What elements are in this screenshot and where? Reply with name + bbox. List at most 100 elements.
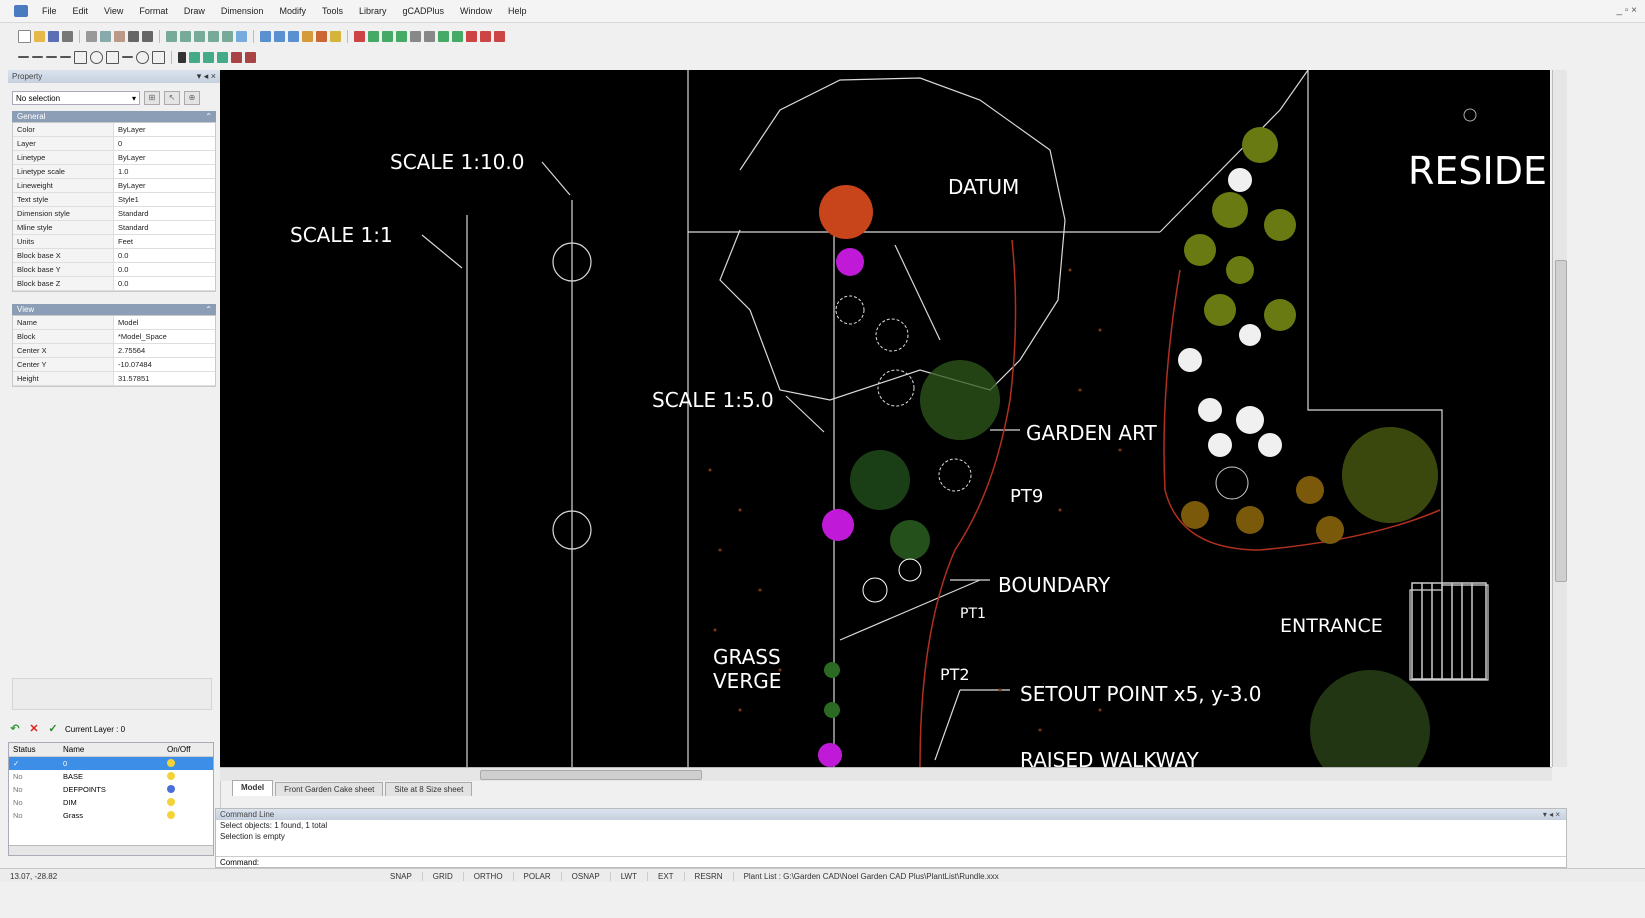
menu-file[interactable]: File — [34, 6, 65, 16]
property-row[interactable]: Dimension style Standard — [13, 207, 215, 221]
layer-table-scrollbar[interactable] — [9, 845, 213, 855]
property-row[interactable]: Linetype scale 1.0 — [13, 165, 215, 179]
select-objects-icon[interactable]: ↖ — [164, 91, 180, 105]
new-layer-icon[interactable]: ↶ — [8, 722, 22, 736]
property-row[interactable]: Color ByLayer — [13, 123, 215, 137]
status-column-header[interactable]: Status — [9, 743, 63, 756]
menu-tools[interactable]: Tools — [314, 6, 351, 16]
bulb-icon[interactable] — [167, 785, 175, 793]
bulb-icon[interactable] — [330, 30, 341, 42]
set-current-icon[interactable]: ✓ — [46, 722, 60, 736]
scrollbar-thumb[interactable] — [1555, 260, 1567, 582]
command-input[interactable]: Command: — [216, 856, 1566, 867]
property-value[interactable]: 0 — [114, 137, 215, 150]
plant-list-icon[interactable] — [368, 30, 379, 42]
shrub-icon[interactable] — [396, 30, 407, 42]
menu-dimension[interactable]: Dimension — [213, 6, 272, 16]
general-section-header[interactable]: General ⌃ — [12, 111, 216, 122]
property-row[interactable]: Mline style Standard — [13, 221, 215, 235]
zoom-out-icon[interactable] — [180, 30, 191, 42]
layer-props-icon[interactable] — [274, 30, 285, 42]
property-row[interactable]: Center Y -10.07484 — [13, 358, 215, 372]
rectangle-icon[interactable] — [74, 50, 87, 64]
quick-select-icon[interactable]: ⊞ — [144, 91, 160, 105]
arc-icon[interactable] — [60, 56, 71, 58]
property-value[interactable]: *Model_Space — [114, 330, 215, 343]
property-row[interactable]: Block base Y 0.0 — [13, 263, 215, 277]
bulb-icon[interactable] — [167, 811, 175, 819]
view-section-header[interactable]: View ⌃ — [12, 304, 216, 315]
property-row[interactable]: Height 31.57851 — [13, 372, 215, 386]
cut-icon[interactable] — [86, 30, 97, 42]
save-icon[interactable] — [48, 30, 59, 42]
layer-row[interactable]: No DIM — [9, 796, 213, 809]
dim-angular-icon[interactable] — [231, 51, 242, 63]
property-row[interactable]: Block base X 0.0 — [13, 249, 215, 263]
property-row[interactable]: Linetype ByLayer — [13, 151, 215, 165]
resrn-toggle[interactable]: RESRN — [685, 871, 734, 881]
property-value[interactable]: Standard — [114, 207, 215, 220]
pdf-icon[interactable] — [494, 30, 505, 42]
property-value[interactable]: 0.0 — [114, 263, 215, 276]
scrollbar-thumb[interactable] — [480, 770, 702, 780]
insert-icon[interactable] — [316, 30, 327, 42]
menu-window[interactable]: Window — [452, 6, 500, 16]
layer-states-icon[interactable] — [288, 30, 299, 42]
ellipse-icon[interactable] — [136, 50, 149, 64]
menu-draw[interactable]: Draw — [176, 6, 213, 16]
line-icon[interactable] — [18, 56, 29, 58]
name-column-header[interactable]: Name — [63, 743, 167, 756]
layer-row[interactable]: No Grass — [9, 809, 213, 822]
hedge-icon[interactable] — [452, 30, 463, 42]
fence-icon[interactable] — [424, 30, 435, 42]
property-value[interactable]: ByLayer — [114, 179, 215, 192]
grid-toggle[interactable]: GRID — [423, 871, 464, 881]
property-row[interactable]: Name Model — [13, 316, 215, 330]
layer-row[interactable]: No DEFPOINTS — [9, 783, 213, 796]
collapse-icon[interactable]: ⌃ — [205, 111, 212, 122]
property-value[interactable]: Feet — [114, 235, 215, 248]
plant-library-icon[interactable] — [354, 30, 365, 42]
property-value[interactable]: 0.0 — [114, 277, 215, 290]
collapse-icon[interactable]: ⌃ — [205, 304, 212, 315]
property-row[interactable]: Center X 2.75564 — [13, 344, 215, 358]
property-value[interactable]: -10.07484 — [114, 358, 215, 371]
dim-aligned-icon[interactable] — [203, 51, 214, 63]
polygon-icon[interactable] — [106, 50, 119, 64]
print-icon[interactable] — [62, 30, 73, 42]
lwt-toggle[interactable]: LWT — [611, 871, 648, 881]
ortho-toggle[interactable]: ORTHO — [464, 871, 514, 881]
menu-edit[interactable]: Edit — [65, 6, 97, 16]
spline-icon[interactable] — [122, 56, 133, 58]
undo-icon[interactable] — [128, 30, 139, 42]
tab-front-garden[interactable]: Front Garden Cake sheet — [275, 782, 384, 796]
zoom-window-icon[interactable] — [194, 30, 205, 42]
property-value[interactable]: 1.0 — [114, 165, 215, 178]
layer-icon[interactable] — [260, 30, 271, 42]
zoom-extents-icon[interactable] — [208, 30, 219, 42]
export-icon[interactable] — [480, 30, 491, 42]
close-icon[interactable]: ▾ ◂ × — [1543, 809, 1560, 820]
block-icon[interactable] — [302, 30, 313, 42]
property-value[interactable]: 0.0 — [114, 249, 215, 262]
property-value[interactable]: 31.57851 — [114, 372, 215, 385]
construction-line-icon[interactable] — [46, 56, 57, 58]
paving-icon[interactable] — [410, 30, 421, 42]
property-value[interactable]: ByLayer — [114, 123, 215, 136]
bulb-icon[interactable] — [167, 772, 175, 780]
redraw-icon[interactable] — [236, 30, 247, 42]
report-icon[interactable] — [466, 30, 477, 42]
onoff-column-header[interactable]: On/Off — [167, 743, 207, 756]
bulb-icon[interactable] — [167, 759, 175, 767]
dim-linear-icon[interactable] — [189, 51, 200, 63]
property-value[interactable]: ByLayer — [114, 151, 215, 164]
redo-icon[interactable] — [142, 30, 153, 42]
ext-toggle[interactable]: EXT — [648, 871, 685, 881]
property-value[interactable]: Standard — [114, 221, 215, 234]
polar-toggle[interactable]: POLAR — [514, 871, 562, 881]
selection-dropdown[interactable]: No selection — [12, 91, 140, 106]
drawing-canvas[interactable]: SCALE 1:1 SCALE 1:10.0 SCALE 1:5.0 DATUM… — [220, 70, 1550, 767]
layer-row[interactable]: ✓ 0 — [9, 757, 213, 770]
drawing-horizontal-scrollbar[interactable] — [220, 767, 1552, 781]
window-restore-icon[interactable]: _ ▫ × — [1616, 5, 1637, 16]
